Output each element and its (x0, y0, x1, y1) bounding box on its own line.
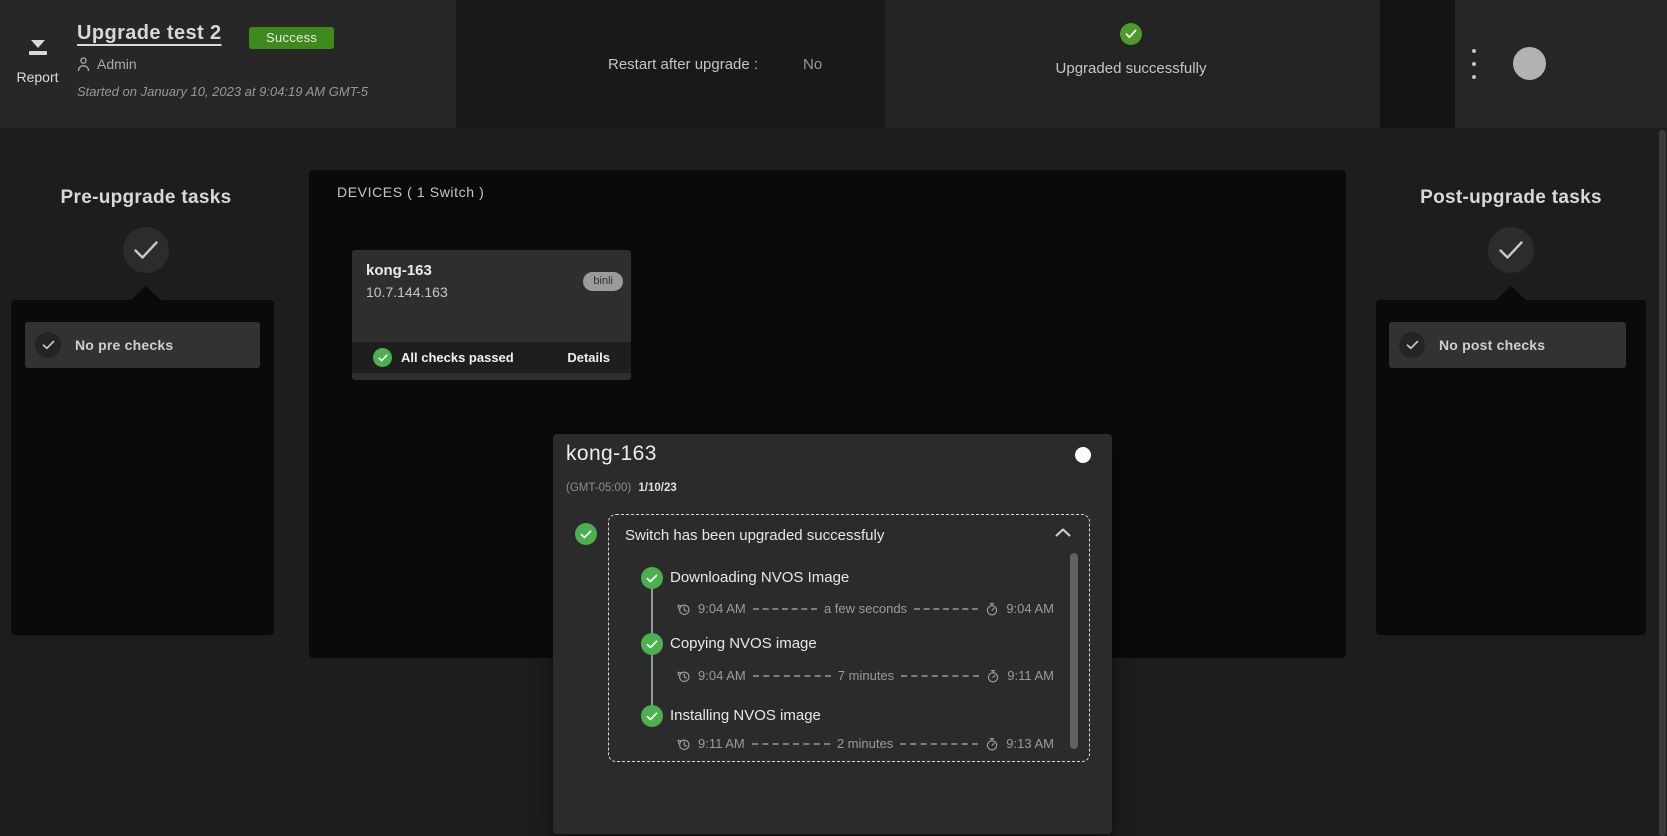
step-start-time: 9:04 AM (698, 601, 746, 616)
post-panel-notch (1496, 286, 1526, 300)
post-check-list-item: No post checks (1389, 322, 1626, 368)
checks-passed-icon (373, 348, 392, 367)
device-details-link[interactable]: Details (567, 350, 610, 365)
device-checks-strip: All checks passed Details (352, 342, 631, 373)
popup-datetime: (GMT-05:00) 1/10/23 (566, 482, 677, 494)
user-icon (77, 57, 90, 72)
step-duration: 2 minutes (837, 736, 893, 751)
dashed-line (752, 743, 830, 745)
restart-after-upgrade-value: No (803, 56, 822, 73)
chevron-up-icon[interactable] (1055, 528, 1071, 537)
post-upgrade-check-icon (1488, 227, 1534, 273)
owner-row: Admin (77, 56, 137, 72)
pre-upgrade-tasks-title: Pre-upgrade tasks (36, 187, 256, 209)
report-button[interactable] (1380, 0, 1455, 128)
step-duration: a few seconds (824, 601, 907, 616)
owner-label: Admin (97, 56, 137, 72)
popup-hostname: kong-163 (566, 442, 657, 466)
pre-upgrade-panel: No pre checks (11, 300, 274, 635)
report-button-label: Report (0, 69, 75, 85)
steps-scrollbar-thumb[interactable] (1070, 553, 1078, 749)
step-label: Downloading NVOS Image (670, 569, 849, 586)
dashed-line (753, 675, 831, 677)
start-time-icon (677, 669, 691, 683)
step-check-icon (641, 567, 663, 589)
step-time-row: 9:11 AM 2 minutes 9:13 AM (677, 736, 1054, 751)
start-time-icon (677, 737, 691, 751)
check-icon (1399, 332, 1425, 358)
timezone-label: (GMT-05:00) (566, 482, 631, 494)
download-report-icon (25, 38, 51, 58)
upgrade-steps-box: Switch has been upgraded successfuly Dow… (608, 514, 1090, 762)
checks-passed-label: All checks passed (401, 350, 514, 365)
step-end-time: 9:13 AM (1006, 736, 1054, 751)
pre-check-label: No pre checks (75, 337, 173, 353)
restart-after-upgrade-label: Restart after upgrade : (608, 56, 758, 73)
devices-panel-title: DEVICES ( 1 Switch ) (337, 184, 484, 200)
end-time-icon (985, 602, 999, 616)
device-hostname: kong-163 (366, 262, 432, 279)
popup-status-dot (1075, 447, 1091, 463)
step-start-time: 9:04 AM (698, 668, 746, 683)
more-options-button[interactable] (1466, 47, 1482, 81)
dashed-line (753, 608, 817, 610)
status-badge: Success (249, 27, 334, 49)
step-time-row: 9:04 AM 7 minutes 9:11 AM (677, 668, 1054, 683)
step-time-row: 9:04 AM a few seconds 9:04 AM (677, 601, 1054, 616)
dashed-line (914, 608, 978, 610)
kebab-dot (1472, 62, 1476, 66)
start-time-icon (677, 602, 691, 616)
kebab-dot (1472, 49, 1476, 53)
user-avatar[interactable] (1513, 47, 1546, 80)
upgrade-success-check-icon (1120, 23, 1142, 45)
step-end-time: 9:11 AM (1007, 668, 1054, 683)
header-far-right-section (1455, 0, 1667, 128)
upgrade-summary-text: Switch has been upgraded successfuly (625, 527, 884, 544)
kebab-dot (1472, 75, 1476, 79)
pre-upgrade-check-icon (123, 227, 169, 273)
device-ip: 10.7.144.163 (366, 284, 448, 300)
pre-panel-notch (131, 286, 161, 300)
step-end-time: 9:04 AM (1006, 601, 1054, 616)
step-start-time: 9:11 AM (698, 736, 745, 751)
check-icon (35, 332, 61, 358)
device-tag-badge: binli (583, 272, 623, 291)
upgrade-status-page: Upgrade test 2 Success Admin Started on … (0, 0, 1667, 836)
overall-status-text: Upgraded successfully (1031, 60, 1231, 77)
post-check-label: No post checks (1439, 337, 1545, 353)
dashed-line (900, 743, 978, 745)
page-scrollbar-thumb[interactable] (1659, 130, 1666, 836)
step-duration: 7 minutes (838, 668, 894, 683)
step-label: Copying NVOS image (670, 635, 817, 652)
device-detail-popup: kong-163 (GMT-05:00) 1/10/23 Switch has … (553, 434, 1112, 834)
upgrade-summary-check-icon (575, 523, 597, 545)
end-time-icon (986, 669, 1000, 683)
started-timestamp: Started on January 10, 2023 at 9:04:19 A… (77, 84, 368, 99)
step-check-icon (641, 633, 663, 655)
date-label: 1/10/23 (638, 482, 676, 494)
dashed-line (901, 675, 979, 677)
post-upgrade-panel: No post checks (1376, 300, 1646, 635)
pre-check-list-item: No pre checks (25, 322, 260, 368)
device-card[interactable]: kong-163 10.7.144.163 binli All checks p… (352, 250, 631, 380)
step-check-icon (641, 705, 663, 727)
page-title: Upgrade test 2 (77, 22, 222, 45)
post-upgrade-tasks-title: Post-upgrade tasks (1401, 187, 1621, 209)
report-button-content[interactable]: Report (0, 38, 75, 85)
step-label: Installing NVOS image (670, 707, 821, 724)
end-time-icon (985, 737, 999, 751)
